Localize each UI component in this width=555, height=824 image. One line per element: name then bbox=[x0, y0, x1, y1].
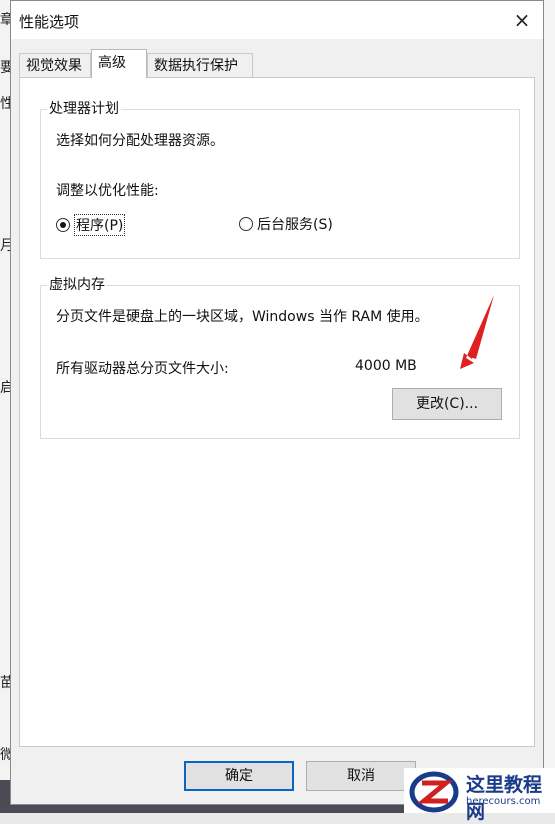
processor-scheduling-group: 处理器计划 选择如何分配处理器资源。 调整以优化性能: 程序(P) 后台服务(S… bbox=[40, 100, 520, 259]
radio-background-services[interactable]: 后台服务(S) bbox=[239, 214, 333, 234]
total-paging-value: 4000 MB bbox=[355, 358, 417, 374]
group-title: 虚拟内存 bbox=[47, 276, 107, 294]
tab-dep[interactable]: 数据执行保护 bbox=[147, 53, 253, 77]
tab-visual-effects[interactable]: 视觉效果 bbox=[19, 53, 91, 77]
change-button[interactable]: 更改(C)... bbox=[392, 388, 502, 420]
performance-options-dialog: 性能选项 × 视觉效果 高级 数据执行保护 处理器计划 选择如何分配处理器资源。… bbox=[10, 0, 544, 805]
radio-label: 后台服务(S) bbox=[257, 217, 333, 233]
radio-selected-dot bbox=[60, 222, 66, 228]
processor-description: 选择如何分配处理器资源。 bbox=[56, 133, 224, 149]
annotation-arrow-icon bbox=[460, 295, 494, 369]
tab-advanced[interactable]: 高级 bbox=[91, 49, 147, 78]
advanced-tab-panel: 处理器计划 选择如何分配处理器资源。 调整以优化性能: 程序(P) 后台服务(S… bbox=[19, 77, 535, 747]
dialog-title: 性能选项 bbox=[19, 13, 80, 31]
group-title: 处理器计划 bbox=[47, 100, 121, 118]
cancel-button[interactable]: 取消 bbox=[306, 761, 416, 791]
adjust-label: 调整以优化性能: bbox=[56, 183, 159, 199]
total-paging-label: 所有驱动器总分页文件大小: bbox=[56, 361, 229, 377]
radio-button[interactable] bbox=[239, 217, 253, 231]
watermark: 这里教程网 herecours.com bbox=[404, 768, 555, 823]
watermark-subtitle: herecours.com bbox=[466, 796, 541, 807]
radio-label: 程序(P) bbox=[74, 214, 126, 236]
close-icon[interactable]: × bbox=[509, 7, 535, 33]
title-bar: 性能选项 × bbox=[11, 1, 543, 39]
watermark-logo-icon bbox=[409, 771, 459, 813]
vm-description: 分页文件是硬盘上的一块区域，Windows 当作 RAM 使用。 bbox=[56, 309, 429, 325]
radio-button[interactable] bbox=[56, 218, 70, 232]
radio-programs[interactable]: 程序(P) bbox=[56, 214, 126, 236]
ok-button[interactable]: 确定 bbox=[184, 761, 294, 791]
virtual-memory-group: 虚拟内存 分页文件是硬盘上的一块区域，Windows 当作 RAM 使用。 所有… bbox=[40, 276, 520, 439]
